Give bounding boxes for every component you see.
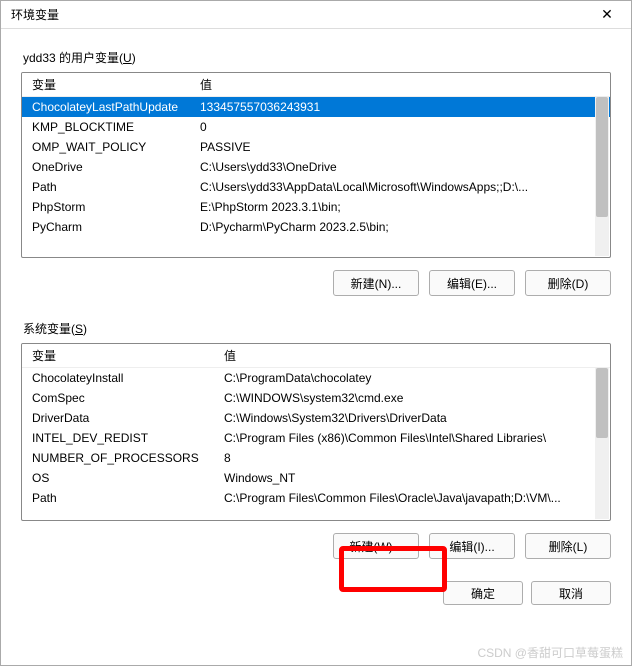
list-row[interactable]: OS Windows_NT — [22, 468, 610, 488]
user-list-body: ChocolateyLastPathUpdate 133457557036243… — [22, 97, 610, 257]
system-list-header: 变量 值 — [22, 344, 610, 368]
user-list-header: 变量 值 — [22, 73, 610, 97]
col-header-val[interactable]: 值 — [214, 347, 610, 364]
scrollbar[interactable] — [595, 368, 609, 519]
list-row[interactable]: PyCharm D:\Pycharm\PyCharm 2023.2.5\bin; — [22, 217, 610, 237]
scrollbar-thumb[interactable] — [596, 97, 608, 217]
dialog-title: 环境变量 — [11, 6, 59, 23]
list-row[interactable]: ComSpec C:\WINDOWS\system32\cmd.exe — [22, 388, 610, 408]
user-new-button[interactable]: 新建(N)... — [333, 270, 419, 296]
user-delete-button[interactable]: 删除(D) — [525, 270, 611, 296]
list-row[interactable]: INTEL_DEV_REDIST C:\Program Files (x86)\… — [22, 428, 610, 448]
dialog-content: ydd33 的用户变量(U) 变量 值 ChocolateyLastPathUp… — [1, 29, 631, 615]
watermark: CSDN @香甜可口草莓蛋糕 — [477, 644, 623, 661]
list-row[interactable]: OMP_WAIT_POLICY PASSIVE — [22, 137, 610, 157]
system-vars-label: 系统变量(S) — [21, 320, 611, 337]
system-vars-list[interactable]: 变量 值 ChocolateyInstall C:\ProgramData\ch… — [21, 343, 611, 521]
user-vars-list[interactable]: 变量 值 ChocolateyLastPathUpdate 1334575570… — [21, 72, 611, 258]
list-row[interactable]: OneDrive C:\Users\ydd33\OneDrive — [22, 157, 610, 177]
system-delete-button[interactable]: 删除(L) — [525, 533, 611, 559]
col-header-val[interactable]: 值 — [190, 76, 610, 93]
list-row[interactable]: ChocolateyInstall C:\ProgramData\chocola… — [22, 368, 610, 388]
list-row[interactable]: Path C:\Users\ydd33\AppData\Local\Micros… — [22, 177, 610, 197]
list-row[interactable]: Path C:\Program Files\Common Files\Oracl… — [22, 488, 610, 508]
ok-button[interactable]: 确定 — [443, 581, 523, 605]
user-edit-button[interactable]: 编辑(E)... — [429, 270, 515, 296]
list-row[interactable]: PhpStorm E:\PhpStorm 2023.3.1\bin; — [22, 197, 610, 217]
cancel-button[interactable]: 取消 — [531, 581, 611, 605]
user-vars-label: ydd33 的用户变量(U) — [21, 49, 611, 66]
list-row[interactable]: NUMBER_OF_PROCESSORS 8 — [22, 448, 610, 468]
system-edit-button[interactable]: 编辑(I)... — [429, 533, 515, 559]
titlebar: 环境变量 ✕ — [1, 1, 631, 29]
col-header-var[interactable]: 变量 — [22, 76, 190, 93]
close-icon[interactable]: ✕ — [591, 3, 623, 27]
footer-buttons: 确定 取消 — [21, 569, 611, 605]
list-row[interactable]: DriverData C:\Windows\System32\Drivers\D… — [22, 408, 610, 428]
system-list-body: ChocolateyInstall C:\ProgramData\chocola… — [22, 368, 610, 520]
scrollbar-thumb[interactable] — [596, 368, 608, 438]
scrollbar[interactable] — [595, 97, 609, 256]
user-buttons: 新建(N)... 编辑(E)... 删除(D) — [21, 270, 611, 296]
list-row[interactable]: ChocolateyLastPathUpdate 133457557036243… — [22, 97, 610, 117]
list-row[interactable]: KMP_BLOCKTIME 0 — [22, 117, 610, 137]
system-new-button[interactable]: 新建(W)... — [333, 533, 419, 559]
system-buttons: 新建(W)... 编辑(I)... 删除(L) — [21, 533, 611, 559]
env-vars-dialog: 环境变量 ✕ ydd33 的用户变量(U) 变量 值 ChocolateyLas… — [0, 0, 632, 666]
col-header-var[interactable]: 变量 — [22, 347, 214, 364]
